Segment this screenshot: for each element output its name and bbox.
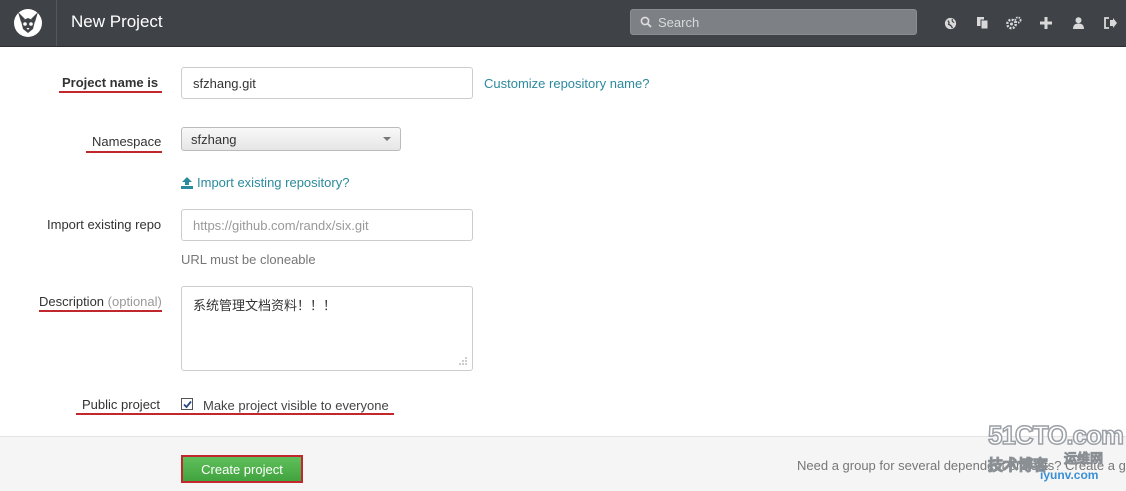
- project-name-label: Project name is: [62, 75, 159, 90]
- top-navbar: New Project Search: [0, 0, 1126, 47]
- description-value: 系统管理文档资料！！！: [193, 298, 337, 313]
- optional-hint: (optional): [107, 294, 162, 309]
- watermark-logo: 51CTO.com 技术博客 运维网 iyunv.com: [987, 419, 1125, 484]
- copy-icon[interactable]: [966, 13, 998, 33]
- project-name-input[interactable]: sfzhang.git: [181, 67, 473, 99]
- watermark-line2: 技术博客: [987, 457, 1049, 475]
- description-textarea[interactable]: 系统管理文档资料！！！: [181, 286, 473, 371]
- upload-icon: [181, 176, 193, 189]
- gitlab-logo[interactable]: [0, 0, 57, 46]
- globe-icon[interactable]: [934, 13, 966, 33]
- description-label: Description (optional): [39, 294, 162, 309]
- highlight-underline: [86, 151, 162, 153]
- import-repo-label: Import existing repo: [47, 217, 162, 232]
- import-existing-repo-link[interactable]: Import existing repository?: [181, 175, 349, 190]
- highlight-underline: [76, 413, 394, 415]
- namespace-label: Namespace: [92, 134, 162, 149]
- import-link-label: Import existing repository?: [197, 175, 350, 190]
- namespace-selected-value: sfzhang: [191, 131, 237, 147]
- search-icon: [640, 16, 652, 28]
- watermark-line1: 51CTO.com: [987, 419, 1125, 451]
- highlight-underline: [59, 91, 162, 93]
- checkmark-icon: [182, 400, 192, 408]
- cogs-icon[interactable]: [998, 13, 1030, 33]
- import-repo-url-input[interactable]: https://github.com/randx/six.git: [181, 209, 473, 241]
- fox-logo-icon: [14, 9, 42, 37]
- description-label-text: Description: [39, 294, 105, 309]
- public-project-checkbox[interactable]: [181, 398, 193, 410]
- watermark-line3: 运维网: [1064, 451, 1104, 467]
- create-project-button[interactable]: Create project: [181, 455, 303, 483]
- sign-out-icon[interactable]: [1094, 13, 1126, 33]
- chevron-down-icon: [383, 137, 391, 141]
- highlight-underline: [39, 310, 162, 312]
- resize-grip-icon[interactable]: [458, 356, 468, 366]
- nav-icon-group: [934, 13, 1126, 33]
- search-input[interactable]: Search: [630, 9, 917, 35]
- public-project-checkbox-label[interactable]: Make project visible to everyone: [203, 398, 389, 413]
- import-repo-help: URL must be cloneable: [181, 252, 316, 267]
- customize-repo-name-link[interactable]: Customize repository name?: [484, 76, 649, 91]
- watermark-line4: iyunv.com: [1040, 468, 1099, 482]
- plus-icon[interactable]: [1030, 13, 1062, 33]
- user-icon[interactable]: [1062, 13, 1094, 33]
- namespace-select[interactable]: sfzhang: [181, 127, 401, 151]
- page-title: New Project: [71, 12, 163, 31]
- search-placeholder: Search: [658, 14, 700, 30]
- public-project-label: Public project: [82, 397, 161, 412]
